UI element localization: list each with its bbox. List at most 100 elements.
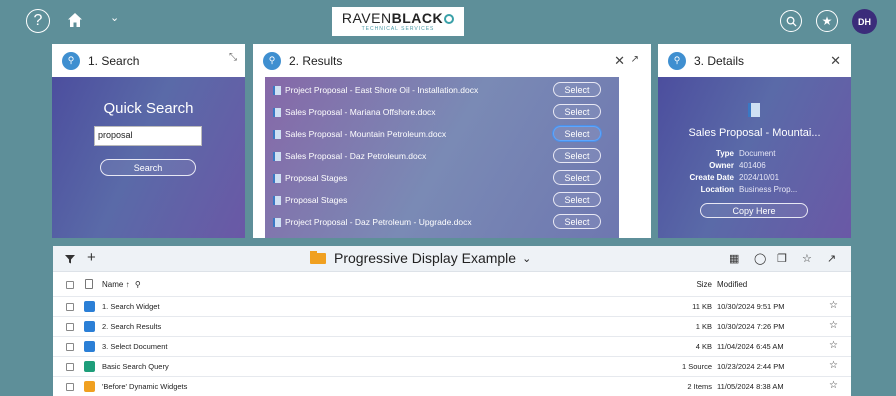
detail-type: Type Document bbox=[715, 149, 776, 158]
avatar[interactable]: DH bbox=[852, 9, 877, 34]
item-name[interactable]: 3. Select Document bbox=[102, 342, 167, 351]
search-input[interactable]: proposal bbox=[94, 126, 202, 146]
result-row[interactable]: Proposal Stages Select bbox=[265, 189, 619, 211]
result-name: Sales Proposal - Mariana Offshore.docx bbox=[285, 107, 436, 117]
item-modified: 10/23/2024 2:44 PM bbox=[717, 362, 785, 371]
row-checkbox[interactable] bbox=[66, 303, 74, 311]
popout-icon[interactable]: ↗ bbox=[827, 252, 836, 265]
detail-create-date: Create Date 2024/10/01 bbox=[689, 173, 780, 182]
logo-subtitle: TECHNICAL SERVICES bbox=[361, 26, 435, 32]
add-icon[interactable]: + bbox=[87, 249, 96, 266]
table-row[interactable]: 2. Search Results 1 KB 10/30/2024 7:26 PM ☆ bbox=[53, 316, 851, 336]
item-size: 1 Source bbox=[681, 362, 712, 371]
select-all-checkbox[interactable] bbox=[66, 281, 74, 289]
panel-title: 2. Results bbox=[289, 53, 343, 68]
row-checkbox[interactable] bbox=[66, 383, 74, 391]
chevron-down-icon: ⌄ bbox=[522, 252, 532, 265]
folder-browser: + Progressive Display Example ⌄ ▦ ◯ ❐ ☆ … bbox=[53, 246, 851, 396]
copy-here-button[interactable]: Copy Here bbox=[700, 203, 808, 218]
chevron-down-icon[interactable]: ⌄ bbox=[110, 11, 119, 24]
item-name[interactable]: 'Before' Dynamic Widgets bbox=[102, 382, 187, 391]
details-panel: ⚲ 3. Details ✕ Sales Proposal - Mountai.… bbox=[658, 44, 851, 238]
row-checkbox[interactable] bbox=[66, 323, 74, 331]
result-row[interactable]: Project Proposal - East Shore Oil - Inst… bbox=[265, 79, 619, 101]
item-name[interactable]: 2. Search Results bbox=[102, 322, 161, 331]
copy-icon[interactable]: ❐ bbox=[777, 252, 787, 265]
item-modified: 11/05/2024 8:38 AM bbox=[717, 382, 784, 391]
widget-icon: ⚲ bbox=[62, 51, 80, 70]
list-header: Name ↑ ⚲ Size Modified bbox=[53, 273, 851, 295]
search-button[interactable]: Search bbox=[100, 159, 196, 176]
result-row[interactable]: Proposal Stages Select bbox=[265, 167, 619, 189]
column-size[interactable]: Size bbox=[696, 280, 712, 289]
star-icon[interactable]: ☆ bbox=[829, 380, 838, 391]
close-icon[interactable]: ✕ bbox=[830, 53, 841, 69]
help-button[interactable]: ? bbox=[26, 9, 50, 33]
star-icon[interactable]: ☆ bbox=[829, 320, 838, 331]
result-row[interactable]: Sales Proposal - Mariana Offshore.docx Se… bbox=[265, 101, 619, 123]
select-button[interactable]: Select bbox=[553, 170, 601, 185]
result-row[interactable]: Project Proposal - Daz Petroleum - Upgra… bbox=[265, 211, 619, 233]
column-modified[interactable]: Modified bbox=[717, 280, 747, 289]
item-name[interactable]: 1. Search Widget bbox=[102, 302, 160, 311]
document-title: Sales Proposal - Mountai... bbox=[688, 127, 821, 139]
collapse-icon[interactable]: ⤡ bbox=[229, 52, 237, 63]
select-button[interactable]: Select bbox=[553, 126, 601, 141]
widget-icon: ⚲ bbox=[263, 51, 281, 70]
browser-toolbar: + Progressive Display Example ⌄ ▦ ◯ ❐ ☆ … bbox=[53, 246, 851, 272]
star-icon[interactable]: ☆ bbox=[829, 300, 838, 311]
select-button[interactable]: Select bbox=[553, 214, 601, 229]
result-name: Project Proposal - Daz Petroleum - Upgra… bbox=[285, 217, 472, 227]
result-row[interactable]: Sales Proposal - Daz Petroleum.docx Selec… bbox=[265, 145, 619, 167]
search-panel-header: ⚲ 1. Search ⤡ bbox=[52, 44, 245, 77]
favorites-button[interactable]: ★ bbox=[816, 10, 838, 32]
table-row[interactable]: Basic Search Query 1 Source 10/23/2024 2:4… bbox=[53, 356, 851, 376]
top-bar: ? ⌄ RAVENBLACK TECHNICAL SERVICES ★ DH bbox=[0, 0, 896, 42]
row-checkbox[interactable] bbox=[66, 363, 74, 371]
star-icon[interactable]: ☆ bbox=[802, 252, 812, 265]
folder-icon bbox=[310, 250, 326, 264]
search-icon bbox=[786, 16, 797, 27]
widget-icon bbox=[84, 321, 95, 332]
folder-icon bbox=[84, 381, 95, 392]
star-icon[interactable]: ☆ bbox=[829, 340, 838, 351]
table-row[interactable]: 3. Select Document 4 KB 11/04/2024 6:45 AM… bbox=[53, 336, 851, 356]
document-icon bbox=[273, 129, 281, 139]
folder-title[interactable]: Progressive Display Example ⌄ bbox=[310, 250, 531, 266]
home-icon[interactable] bbox=[67, 12, 83, 28]
results-list[interactable]: Project Proposal - East Shore Oil - Inst… bbox=[265, 77, 619, 238]
search-query-icon bbox=[84, 361, 95, 372]
grid-view-icon[interactable]: ▦ bbox=[729, 252, 739, 265]
document-icon bbox=[273, 173, 281, 183]
widget-icon: ⚲ bbox=[668, 51, 686, 70]
global-search-button[interactable] bbox=[780, 10, 802, 32]
close-icon[interactable]: ✕ bbox=[614, 53, 625, 69]
details-panel-body: Sales Proposal - Mountai... Type Documen… bbox=[658, 77, 851, 238]
item-modified: 10/30/2024 9:51 PM bbox=[717, 302, 785, 311]
panel-title: 3. Details bbox=[694, 53, 745, 68]
table-row[interactable]: 'Before' Dynamic Widgets 2 Items 11/05/202… bbox=[53, 376, 851, 396]
select-button[interactable]: Select bbox=[553, 148, 601, 163]
comment-icon[interactable]: ◯ bbox=[754, 252, 766, 265]
filter-icon[interactable] bbox=[65, 254, 75, 264]
quick-search-heading: Quick Search bbox=[103, 100, 194, 117]
item-name[interactable]: Basic Search Query bbox=[102, 362, 169, 371]
document-icon bbox=[273, 151, 281, 161]
logo-text: RAVENBLACK bbox=[342, 11, 455, 25]
star-icon[interactable]: ☆ bbox=[829, 360, 838, 371]
select-button[interactable]: Select bbox=[553, 82, 601, 97]
detail-location: Location Business Prop... bbox=[700, 185, 798, 194]
result-name: Sales Proposal - Mountain Petroleum.docx bbox=[285, 129, 447, 139]
document-icon bbox=[273, 107, 281, 117]
widget-icon bbox=[84, 301, 95, 312]
select-button[interactable]: Select bbox=[553, 192, 601, 207]
popout-icon[interactable]: ↗ bbox=[631, 54, 639, 65]
column-name[interactable]: Name ↑ ⚲ bbox=[102, 280, 141, 289]
row-checkbox[interactable] bbox=[66, 343, 74, 351]
search-icon[interactable]: ⚲ bbox=[135, 280, 141, 289]
select-button[interactable]: Select bbox=[553, 104, 601, 119]
item-size: 4 KB bbox=[695, 342, 712, 351]
result-row[interactable]: Sales Proposal - Mountain Petroleum.docx… bbox=[265, 123, 619, 145]
help-icon: ? bbox=[33, 12, 43, 29]
table-row[interactable]: 1. Search Widget 11 KB 10/30/2024 9:51 PM ☆ bbox=[53, 296, 851, 316]
